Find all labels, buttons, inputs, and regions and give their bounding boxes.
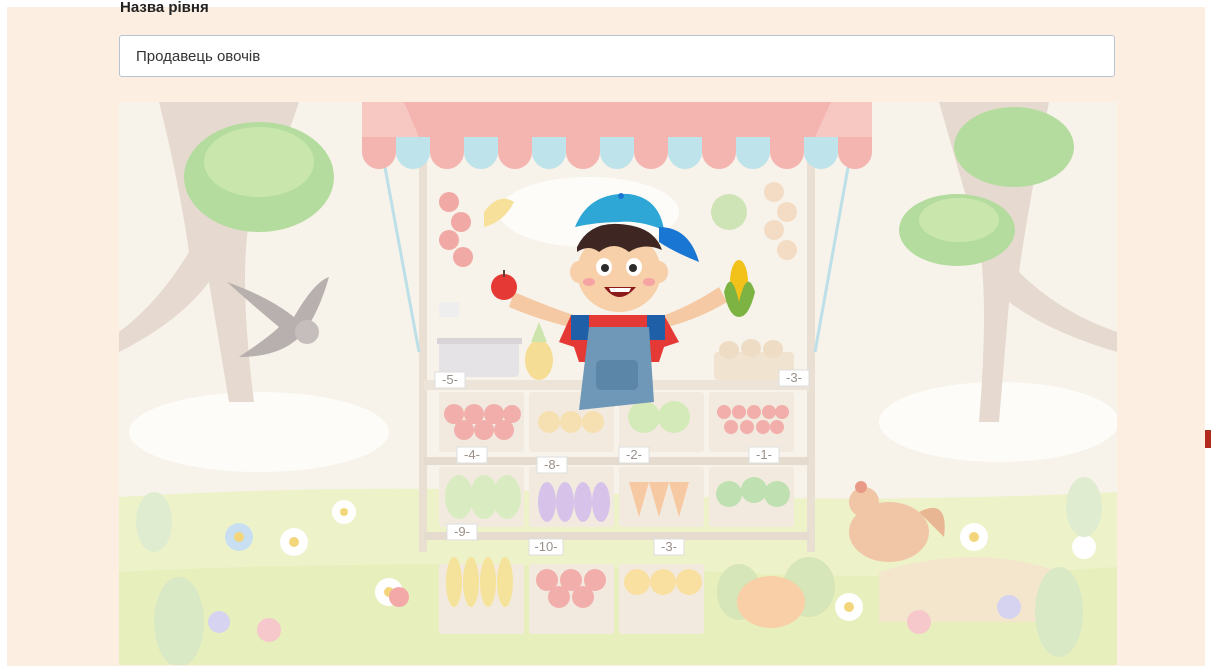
price-tag: -8- — [544, 457, 560, 472]
side-marker — [1205, 430, 1211, 448]
price-tag: -1- — [756, 447, 772, 462]
level-name-label: Назва рівня — [120, 1, 209, 15]
price-tag: -9- — [454, 524, 470, 539]
price-tag: -4- — [464, 447, 480, 462]
price-tag: -10- — [534, 539, 557, 554]
price-tag: -5- — [442, 372, 458, 387]
awning — [362, 102, 872, 169]
level-editor-panel: Назва рівня Продавець овочів -5- -3- -4-… — [7, 1, 1205, 666]
level-name-input[interactable] — [119, 35, 1115, 77]
price-tag: -3- — [786, 370, 802, 385]
level-background-image[interactable]: -5- -3- -4- -8- -2- -1- -9- -10- -3- — [119, 102, 1117, 665]
price-tag: -3- — [661, 539, 677, 554]
market-stall-illustration: -5- -3- -4- -8- -2- -1- -9- -10- -3- — [119, 102, 1117, 665]
price-tag: -2- — [626, 447, 642, 462]
